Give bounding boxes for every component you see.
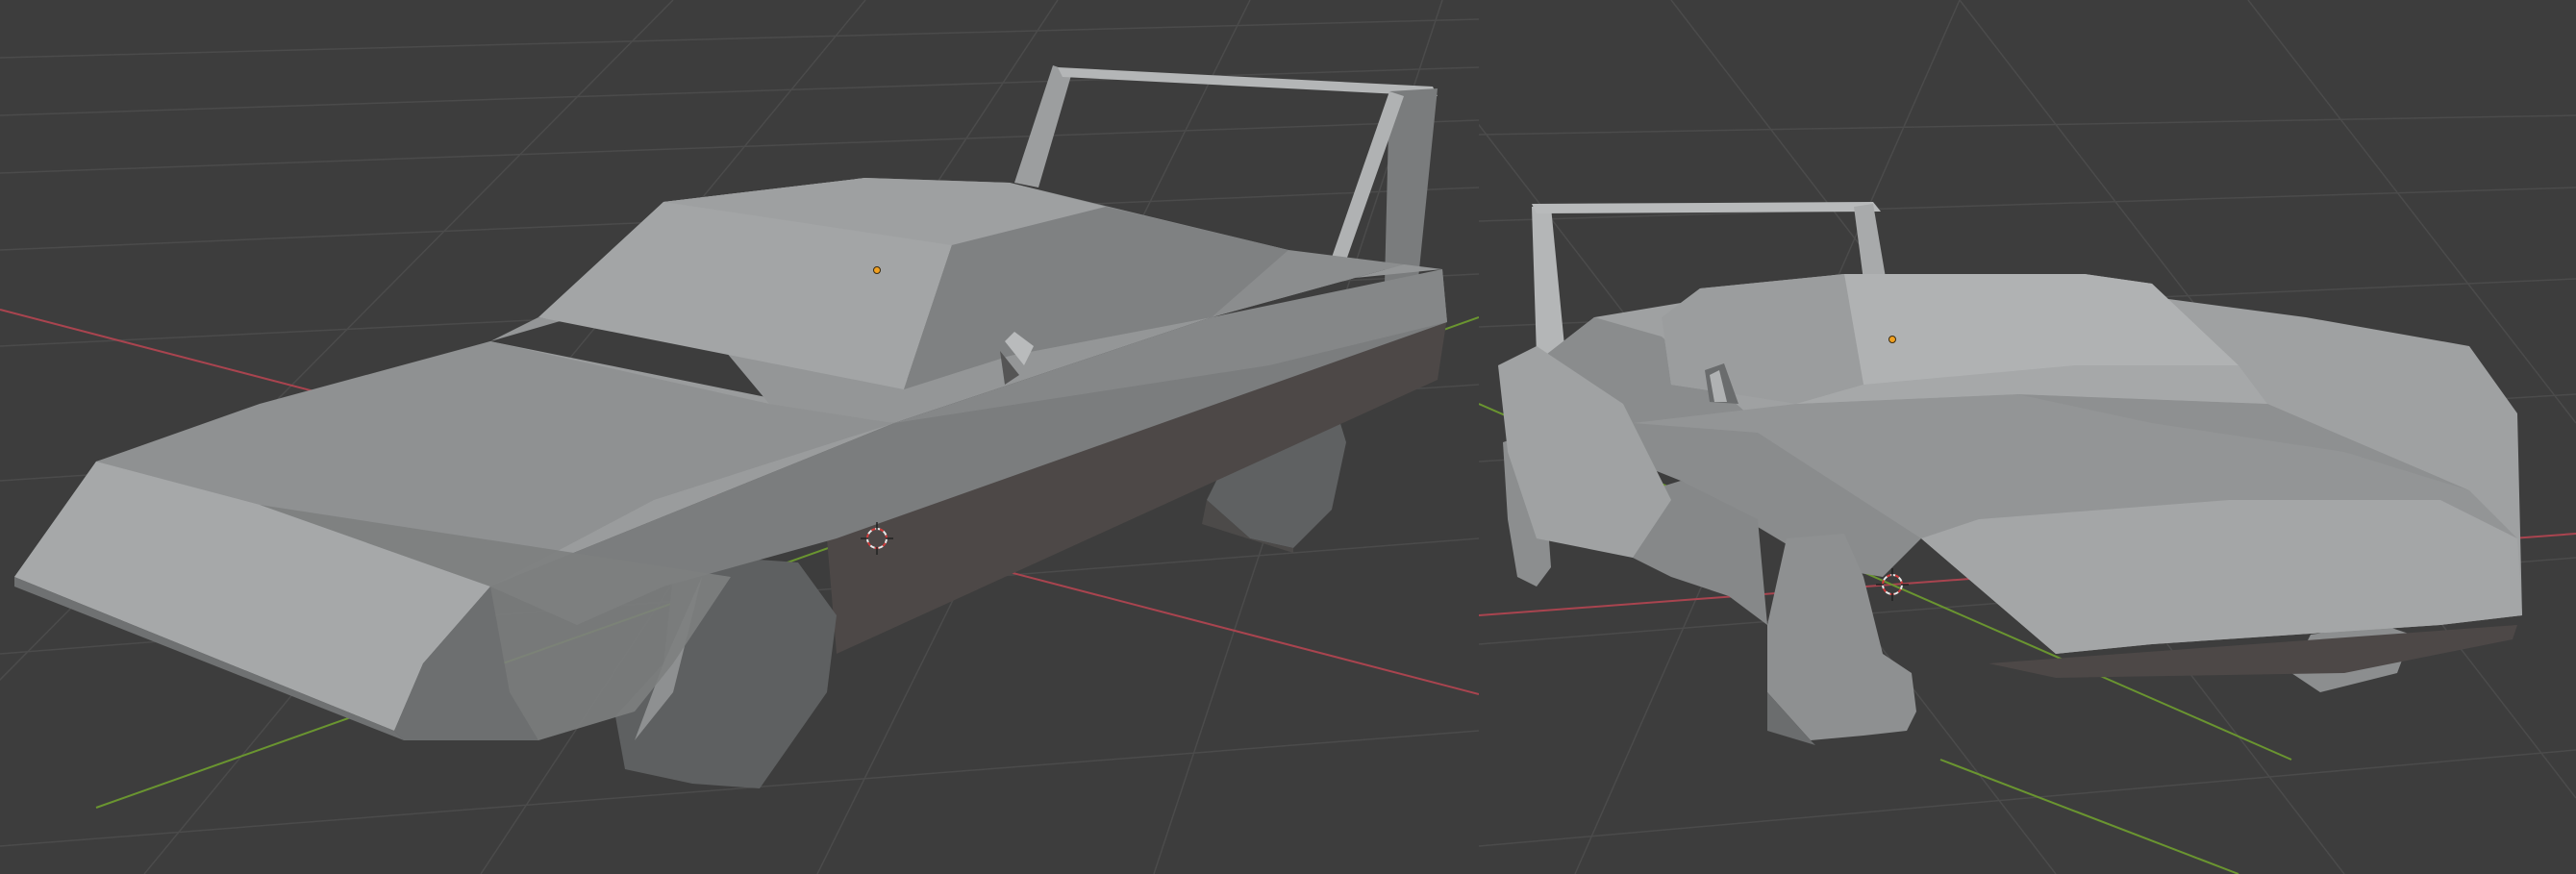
right-viewport[interactable] (1479, 0, 2576, 874)
right-scene (1479, 0, 2576, 874)
object-origin-icon[interactable] (873, 266, 881, 274)
left-scene (0, 0, 1479, 874)
car-mesh[interactable] (14, 65, 1447, 788)
object-origin-icon[interactable] (1888, 336, 1896, 343)
left-viewport[interactable] (0, 0, 1479, 874)
car-mesh[interactable] (1498, 202, 2522, 745)
y-axis-line-lower (1939, 759, 2239, 874)
